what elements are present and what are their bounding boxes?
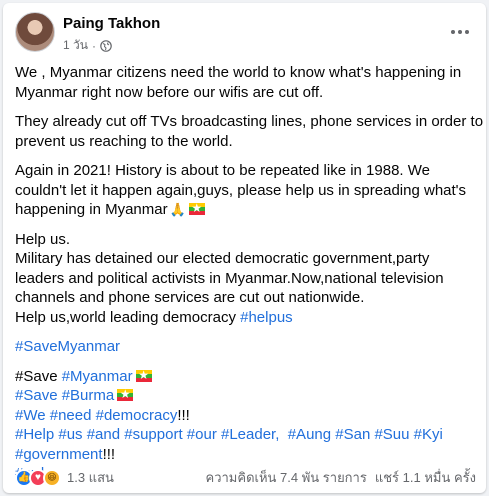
paragraph-3: Again in 2021! History is about to be re…	[15, 161, 476, 220]
reaction-count[interactable]: 1.3 แสน	[67, 467, 114, 488]
comments-count[interactable]: ความคิดเห็น 7.4 พัน รายการ	[206, 467, 367, 488]
hashtag-aung-san-suu-kyi[interactable]: #Aung #San #Suu #Kyi	[288, 426, 443, 443]
text-line: prevent us reaching to the world.	[15, 132, 233, 150]
post-header: Paing Takhon 1 วัน ·	[15, 12, 474, 56]
text-line: Military has detained our elected democr…	[15, 250, 430, 267]
text-line: Help us.	[15, 230, 71, 248]
meta-separator: ·	[91, 38, 96, 53]
text-line: Again in 2021! History is about to be re…	[15, 162, 430, 179]
text-line: They already cut off TVs broadcasting li…	[15, 113, 484, 130]
text-line: happening in Myanmar 🙏	[15, 200, 476, 220]
hashtag-save-burma[interactable]: #Save #Burma	[15, 387, 114, 404]
text-fragment: #Save	[15, 367, 58, 385]
reactions-summary[interactable]: 👍 ♥ 😆 1.3 แสน	[15, 467, 114, 488]
text-line: couldn't let it happen again,guys, pleas…	[15, 181, 467, 199]
post-stats: ความคิดเห็น 7.4 พัน รายการ แชร์ 1.1 หมื่…	[206, 467, 476, 488]
hashtag-government[interactable]: #government	[15, 446, 103, 463]
text-line: We , Myanmar citizens need the world to …	[15, 64, 462, 81]
myanmar-flag-icon	[188, 200, 205, 216]
paragraph-1: We , Myanmar citizens need the world to …	[15, 63, 476, 102]
haha-reaction-icon: 😆	[43, 468, 61, 487]
post-body: We , Myanmar citizens need the world to …	[15, 63, 484, 494]
myanmar-flag-icon	[117, 386, 134, 402]
author-name[interactable]: Paing Takhon	[63, 15, 160, 32]
text-line: #Save #Burma	[15, 386, 476, 406]
text-line: #We #need #democracy!!!	[15, 406, 476, 426]
shares-count[interactable]: แชร์ 1.1 หมื่น ครั้ง	[375, 467, 476, 488]
hashtag-need-democracy[interactable]: #We #need #democracy	[15, 407, 177, 424]
text-line: channels and phone services are cut out …	[15, 289, 365, 306]
text-line: #Help #us #and #support #our #Leader, #A…	[15, 425, 476, 445]
text-line: leaders and political activists in Myanm…	[15, 269, 444, 287]
text-line: #government!!!	[15, 445, 476, 465]
text-line: #Save #Myanmar	[15, 367, 476, 387]
more-icon[interactable]	[448, 24, 472, 40]
avatar[interactable]	[15, 12, 55, 52]
hashtag-myanmar[interactable]: #Myanmar	[62, 368, 133, 385]
post-footer: 👍 ♥ 😆 1.3 แสน ความคิดเห็น 7.4 พัน รายการ…	[15, 467, 476, 487]
post-time[interactable]: 1 วัน	[63, 36, 88, 55]
text-line: Myanmar right now before our wifis are c…	[15, 83, 324, 101]
myanmar-flag-icon	[135, 367, 152, 383]
hashtag-block: #Save #Myanmar #Save #Burma #We #need #d…	[15, 367, 476, 484]
paragraph-2: They already cut off TVs broadcasting li…	[15, 112, 484, 151]
paragraph-4: Help us. Military has detained our elect…	[15, 230, 476, 328]
text-fragment: !!!	[102, 445, 116, 463]
folded-hands-icon: 🙏	[169, 202, 186, 217]
paragraph-5: #SaveMyanmar	[15, 337, 476, 357]
text-fragment: Help us,world leading democracy	[15, 308, 236, 326]
hashtag-helpus[interactable]: #helpus	[240, 309, 293, 326]
text-line: Help us,world leading democracy #helpus	[15, 308, 476, 328]
globe-icon	[100, 39, 112, 52]
hashtag-savemyanmar[interactable]: #SaveMyanmar	[15, 337, 476, 357]
post-card: Paing Takhon 1 วัน · We , Myanmar citize…	[3, 3, 486, 493]
text-fragment: happening in Myanmar	[15, 201, 168, 218]
hashtag-help-leader[interactable]: #Help #us #and #support #our #Leader,	[15, 426, 279, 443]
text-fragment: !!!	[177, 406, 190, 424]
post-meta: 1 วัน ·	[63, 36, 112, 55]
